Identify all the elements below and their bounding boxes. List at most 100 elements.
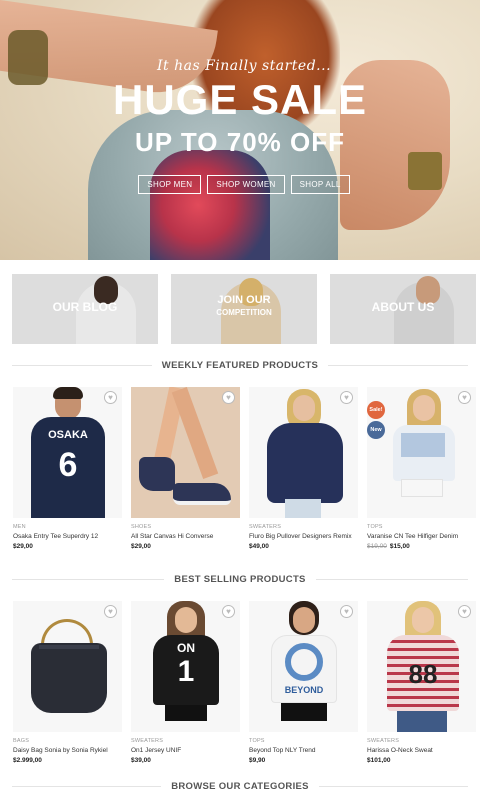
divider bbox=[12, 364, 152, 366]
product-category[interactable]: SWEATERS bbox=[367, 738, 476, 744]
product-price: $29,00 bbox=[131, 543, 151, 550]
product-image[interactable]: BEYOND ♥ bbox=[249, 601, 358, 732]
wishlist-heart-icon[interactable]: ♥ bbox=[458, 605, 471, 618]
hero-top bbox=[150, 150, 270, 260]
product-category[interactable]: TOPS bbox=[249, 738, 358, 744]
hero-subtitle: UP TO 70% OFF bbox=[135, 127, 345, 157]
leg bbox=[171, 387, 219, 479]
model-head bbox=[293, 607, 315, 633]
product-price: $19,00 $15,00 bbox=[367, 543, 476, 550]
banner-our-blog[interactable]: OUR BLOG bbox=[12, 274, 158, 344]
divider bbox=[328, 364, 468, 366]
wishlist-heart-icon[interactable]: ♥ bbox=[104, 605, 117, 618]
product-image[interactable]: 88 ♥ bbox=[367, 601, 476, 732]
product-category[interactable]: SWEATERS bbox=[249, 524, 358, 530]
sneaker bbox=[139, 457, 175, 491]
jeans bbox=[397, 711, 447, 732]
product-category[interactable]: SHOES bbox=[131, 524, 240, 530]
product-card[interactable]: ON 1 ♥ SWEATERS On1 Jersey UNIF $39,00 bbox=[131, 601, 240, 764]
product-card[interactable]: ♥ BAGS Daisy Bag Sonia by Sonia Rykiel $… bbox=[13, 601, 122, 764]
shorts bbox=[165, 705, 207, 721]
bestselling-products: ♥ BAGS Daisy Bag Sonia by Sonia Rykiel $… bbox=[13, 601, 476, 771]
wishlist-heart-icon[interactable]: ♥ bbox=[458, 391, 471, 404]
bag-body bbox=[31, 643, 107, 713]
shorts bbox=[401, 479, 443, 497]
product-category[interactable]: MEN bbox=[13, 524, 122, 530]
product-image[interactable]: ♥ bbox=[131, 387, 240, 518]
sweater bbox=[267, 423, 343, 503]
product-image[interactable]: Sale! New ♥ bbox=[367, 387, 476, 518]
product-name[interactable]: Fluro Big Pullover Designers Remix bbox=[249, 533, 358, 540]
sale-badge: Sale! bbox=[367, 401, 385, 419]
product-price: $49,00 bbox=[249, 543, 269, 550]
featured-products: OSAKA 6 ♥ MEN Osaka Entry Tee Superdry 1… bbox=[13, 387, 476, 557]
product-name[interactable]: Daisy Bag Sonia by Sonia Rykiel bbox=[13, 747, 122, 754]
hero-title: HUGE SALE bbox=[112, 76, 368, 123]
banner-sublabel: COMPETITION bbox=[216, 308, 272, 317]
wishlist-heart-icon[interactable]: ♥ bbox=[104, 391, 117, 404]
shop-all-button[interactable]: SHOP ALL bbox=[290, 175, 350, 194]
sale-price: $15,00 bbox=[389, 543, 410, 550]
product-price: $29,00 bbox=[13, 543, 33, 550]
product-price: $39,00 bbox=[131, 757, 151, 764]
old-price: $19,00 bbox=[367, 543, 387, 550]
model-head bbox=[413, 395, 435, 421]
product-image[interactable]: ♥ bbox=[249, 387, 358, 518]
shirt-number: 6 bbox=[58, 446, 78, 484]
product-name[interactable]: Varanise CN Tee Hilfiger Denim bbox=[367, 533, 476, 540]
print-circle bbox=[285, 643, 323, 681]
product-name[interactable]: On1 Jersey UNIF bbox=[131, 747, 240, 754]
bag-drawstring bbox=[39, 645, 99, 649]
new-badge: New bbox=[367, 421, 385, 439]
hero-text: It has Finally started... HUGE SALE UP T… bbox=[0, 58, 480, 158]
product-name[interactable]: Beyond Top NLY Trend bbox=[249, 747, 358, 754]
product-card[interactable]: ♥ SWEATERS Fluro Big Pullover Designers … bbox=[249, 387, 358, 550]
product-card[interactable]: ♥ SHOES All Star Canvas Hi Converse $29,… bbox=[131, 387, 240, 550]
shirt-number: 88 bbox=[408, 659, 438, 689]
banner-join-competition[interactable]: JOIN OUR COMPETITION bbox=[171, 274, 317, 344]
model-head bbox=[175, 607, 197, 633]
banner-label: ABOUT US bbox=[371, 300, 435, 314]
hero-banner: It has Finally started... HUGE SALE UP T… bbox=[0, 0, 480, 260]
shirt-number: 1 bbox=[177, 655, 195, 688]
product-category[interactable]: SWEATERS bbox=[131, 738, 240, 744]
product-card[interactable]: OSAKA 6 ♥ MEN Osaka Entry Tee Superdry 1… bbox=[13, 387, 122, 550]
wishlist-heart-icon[interactable]: ♥ bbox=[340, 391, 353, 404]
banner-about-us[interactable]: ABOUT US bbox=[330, 274, 476, 344]
section-heading: BEST SELLING PRODUCTS bbox=[174, 573, 306, 585]
shorts bbox=[285, 499, 321, 518]
section-heading: BROWSE OUR CATEGORIES bbox=[171, 780, 309, 791]
product-category[interactable]: TOPS bbox=[367, 524, 476, 530]
skirt bbox=[281, 703, 327, 721]
shirt-text: OSAKA bbox=[48, 429, 88, 441]
divider bbox=[315, 578, 468, 580]
product-card[interactable]: Sale! New ♥ TOPS Varanise CN Tee Hilfige… bbox=[367, 387, 476, 550]
promo-banners: OUR BLOG JOIN OUR COMPETITION ABOUT US bbox=[12, 274, 477, 344]
wishlist-heart-icon[interactable]: ♥ bbox=[340, 605, 353, 618]
product-image[interactable]: OSAKA 6 ♥ bbox=[13, 387, 122, 518]
product-name[interactable]: Harissa O-Neck Sweat bbox=[367, 747, 476, 754]
product-name[interactable]: Osaka Entry Tee Superdry 12 bbox=[13, 533, 122, 540]
divider bbox=[12, 578, 165, 580]
product-image[interactable]: ♥ bbox=[13, 601, 122, 732]
banner-label: OUR BLOG bbox=[52, 300, 118, 314]
shop-women-button[interactable]: SHOP WOMEN bbox=[207, 175, 285, 194]
model-head bbox=[293, 395, 315, 421]
featured-section-title: WEEKLY FEATURED PRODUCTS bbox=[12, 357, 468, 373]
wishlist-heart-icon[interactable]: ♥ bbox=[222, 391, 235, 404]
product-image[interactable]: ON 1 ♥ bbox=[131, 601, 240, 732]
product-card[interactable]: 88 ♥ SWEATERS Harissa O-Neck Sweat $101,… bbox=[367, 601, 476, 764]
model-head bbox=[412, 607, 434, 633]
shop-men-button[interactable]: SHOP MEN bbox=[138, 175, 202, 194]
print bbox=[401, 433, 445, 457]
divider bbox=[12, 785, 162, 787]
product-price: $101,00 bbox=[367, 757, 391, 764]
hero-buttons: SHOP MEN SHOP WOMEN SHOP ALL bbox=[0, 175, 480, 194]
wishlist-heart-icon[interactable]: ♥ bbox=[222, 605, 235, 618]
shirt-text: BEYOND bbox=[284, 685, 324, 695]
product-name[interactable]: All Star Canvas Hi Converse bbox=[131, 533, 240, 540]
product-category[interactable]: BAGS bbox=[13, 738, 122, 744]
model-hair bbox=[53, 387, 83, 399]
product-card[interactable]: BEYOND ♥ TOPS Beyond Top NLY Trend $9,90 bbox=[249, 601, 358, 764]
sneaker bbox=[173, 483, 231, 505]
